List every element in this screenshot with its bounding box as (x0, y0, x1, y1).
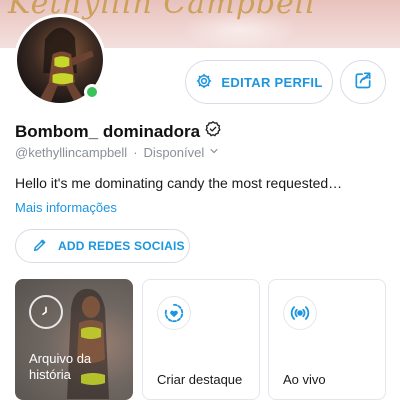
verified-badge-icon (204, 120, 222, 143)
status-label: Disponível (143, 145, 205, 160)
separator-dot: · (133, 145, 138, 160)
share-button[interactable] (340, 60, 386, 104)
heart-circle-icon (157, 296, 191, 330)
add-social-label: ADD REDES SOCIAIS (58, 239, 185, 253)
username-handle: @kethyllincampbell (15, 145, 128, 160)
highlight-label: Criar destaque (157, 372, 243, 387)
broadcast-icon (283, 296, 317, 330)
chevron-down-icon (208, 145, 220, 160)
edit-profile-button[interactable]: EDITAR PERFIL (185, 60, 333, 104)
clock-history-icon (29, 295, 63, 329)
share-icon (353, 70, 373, 95)
profile-bio: Hello it's me dominating candy the most … (15, 175, 343, 191)
online-status-dot (84, 84, 100, 100)
archive-label: Arquivo da história (29, 351, 92, 382)
display-name: Bombom_ dominadora (15, 121, 201, 141)
gear-icon (195, 72, 213, 93)
handle-row: @kethyllincampbell · Disponível (15, 145, 220, 160)
create-highlight-card[interactable]: Criar destaque (142, 279, 260, 400)
live-label: Ao vivo (283, 372, 326, 387)
status-dropdown[interactable]: Disponível (144, 145, 221, 160)
pencil-icon (32, 237, 48, 256)
go-live-card[interactable]: Ao vivo (268, 279, 386, 400)
profile-name-row: Bombom_ dominadora (15, 120, 222, 143)
story-archive-card[interactable]: Arquivo da história (15, 279, 133, 400)
more-info-link[interactable]: Mais informações (15, 200, 117, 215)
add-social-networks-button[interactable]: ADD REDES SOCIAIS (15, 229, 190, 263)
edit-profile-label: EDITAR PERFIL (221, 74, 323, 90)
